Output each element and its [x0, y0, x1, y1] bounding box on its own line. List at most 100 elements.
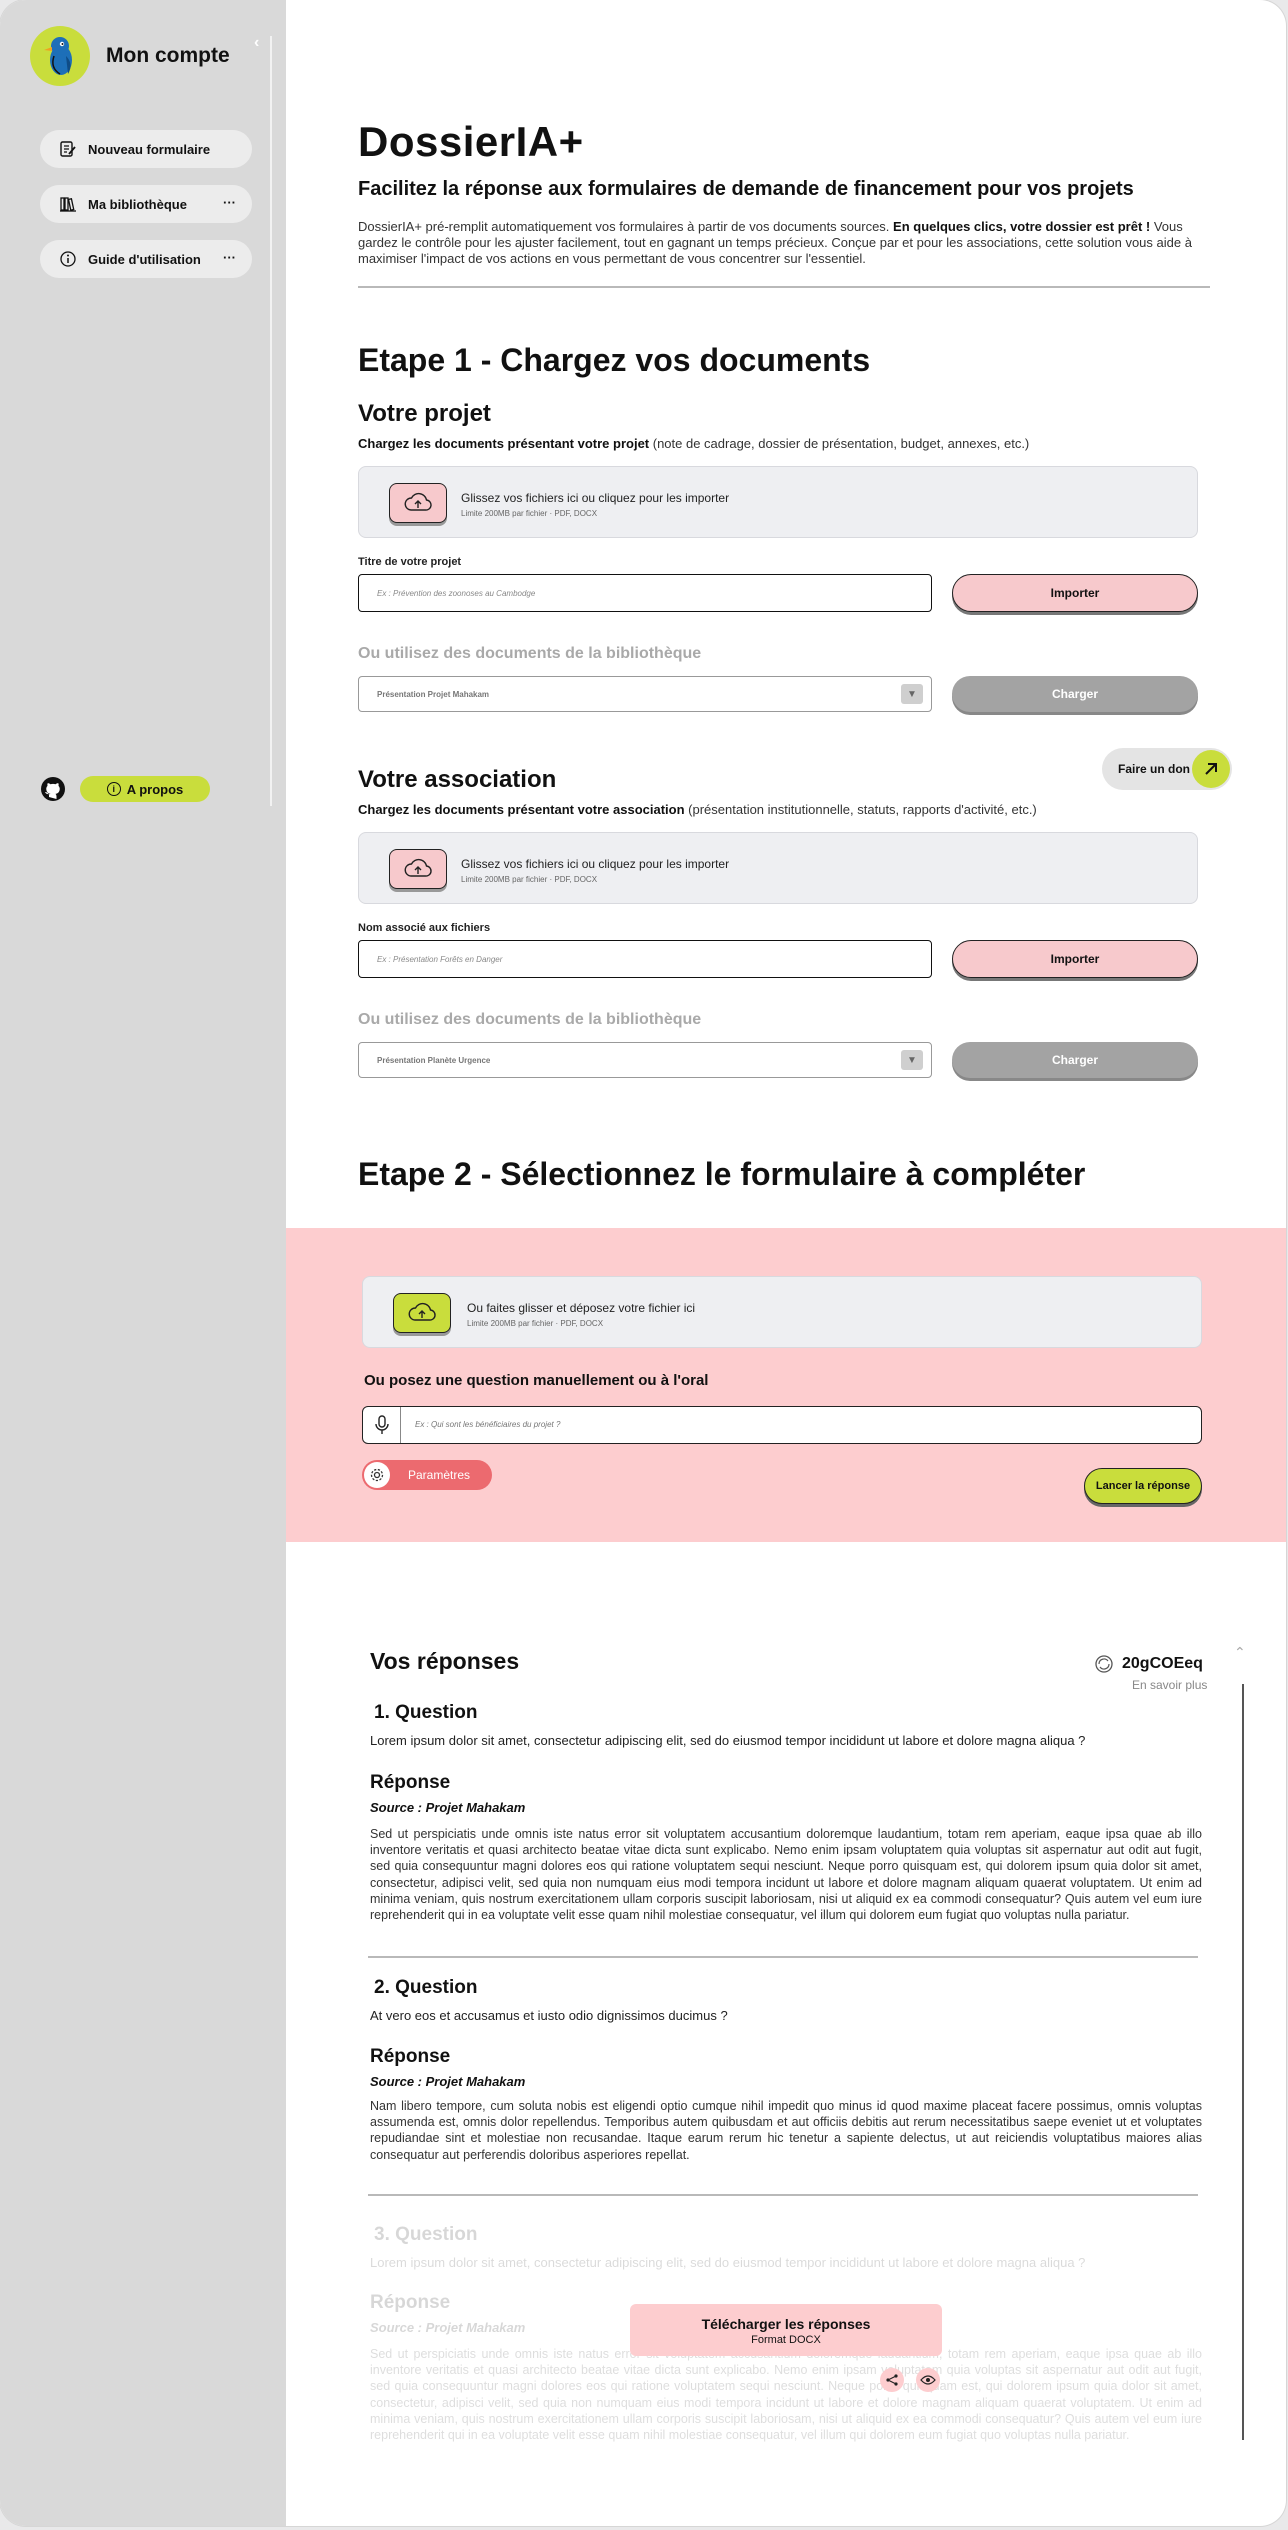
association-desc-rest: (présentation institutionnelle, statuts,…: [684, 802, 1037, 817]
donate-label: Faire un don: [1118, 762, 1190, 776]
upload-button[interactable]: [393, 1293, 451, 1333]
microphone-icon[interactable]: [363, 1407, 401, 1443]
app-window: ‹ Mon compte Nouveau formulaire Ma bibli…: [0, 0, 1286, 2526]
sidebar-item-new-form[interactable]: Nouveau formulaire: [40, 130, 252, 168]
divider: [368, 2194, 1198, 2196]
association-section-desc: Chargez les documents présentant votre a…: [358, 802, 1037, 817]
select-value: Présentation Planète Urgence: [377, 1055, 491, 1065]
upload-button[interactable]: [389, 483, 447, 523]
dropzone-text: Glissez vos fichiers ici ou cliquez pour…: [461, 857, 730, 871]
association-library-title: Ou utilisez des documents de la biblioth…: [358, 1011, 702, 1028]
sidebar-divider: [270, 36, 272, 806]
form-dropzone[interactable]: Ou faites glisser et déposez votre fichi…: [362, 1276, 1202, 1348]
launch-answer-button[interactable]: Lancer la réponse: [1084, 1468, 1202, 1504]
token-icon: [1095, 1655, 1113, 1673]
sidebar-item-label: Guide d'utilisation: [88, 251, 201, 267]
import-project-button[interactable]: Importer: [952, 574, 1198, 612]
project-library-title: Ou utilisez des documents de la biblioth…: [358, 645, 702, 662]
question-input[interactable]: Ex : Qui sont les bénéficiaires du proje…: [362, 1406, 1202, 1444]
project-desc-rest: (note de cadrage, dossier de présentatio…: [649, 436, 1030, 451]
sidebar: ‹ Mon compte Nouveau formulaire Ma bibli…: [0, 0, 286, 2526]
question-number: 2. Question: [374, 1977, 478, 1998]
answer-source: Source : Projet Mahakam: [370, 1800, 526, 1815]
github-icon[interactable]: [40, 776, 66, 802]
question-text: Lorem ipsum dolor sit amet, consectetur …: [370, 1733, 1086, 1748]
chevron-down-icon[interactable]: ▼: [901, 1050, 923, 1070]
answer-text: Sed ut perspiciatis unde omnis iste natu…: [370, 2347, 1202, 2443]
answer-source: Source : Projet Mahakam: [370, 2320, 526, 2335]
upload-button[interactable]: [389, 849, 447, 889]
select-value: Présentation Projet Mahakam: [377, 689, 490, 699]
scrollbar[interactable]: [1242, 1684, 1244, 2440]
chevron-down-icon[interactable]: ▼: [901, 684, 923, 704]
step1-title: Etape 1 - Chargez vos documents: [358, 342, 871, 378]
association-dropzone[interactable]: Glissez vos fichiers ici ou cliquez pour…: [358, 832, 1198, 904]
answer-text[interactable]: Sed ut perspiciatis unde omnis iste natu…: [370, 1826, 1202, 1923]
answer-title: Réponse: [370, 2046, 451, 2067]
more-options-icon[interactable]: ···: [223, 250, 236, 265]
collapse-sidebar-icon[interactable]: ‹: [254, 34, 259, 52]
cloud-upload-icon: [408, 1302, 436, 1321]
info-icon: i: [106, 782, 121, 796]
library-icon: [58, 194, 78, 214]
account-name: Mon compte: [106, 44, 230, 67]
dropzone-text: Glissez vos fichiers ici ou cliquez pour…: [461, 491, 730, 505]
about-label: A propos: [126, 781, 184, 797]
association-name-label: Nom associé aux fichiers: [358, 922, 491, 934]
eye-icon[interactable]: [916, 2368, 940, 2392]
about-button[interactable]: i A propos: [80, 776, 210, 802]
question-number: 3. Question: [374, 2224, 478, 2245]
project-title-input[interactable]: Ex : Prévention des zoonoses au Cambodge: [358, 574, 932, 612]
sidebar-item-guide[interactable]: Guide d'utilisation ···: [40, 240, 252, 278]
load-association-button[interactable]: Charger: [952, 1042, 1198, 1078]
avatar: [30, 26, 90, 86]
association-desc-bold: Chargez les documents présentant votre a…: [358, 802, 685, 817]
question-text: Lorem ipsum dolor sit amet, consectetur …: [370, 2255, 1086, 2270]
arrow-up-right-icon: [1192, 750, 1230, 788]
more-options-icon[interactable]: ···: [223, 195, 236, 210]
description-highlight: En quelques clics, votre dossier est prê…: [893, 219, 1151, 234]
account-header[interactable]: Mon compte: [30, 26, 230, 86]
page-subtitle: Facilitez la réponse aux formulaires de …: [358, 178, 1134, 200]
project-dropzone[interactable]: Glissez vos fichiers ici ou cliquez pour…: [358, 466, 1198, 538]
input-placeholder: Ex : Prévention des zoonoses au Cambodge: [377, 588, 536, 598]
learn-more-link[interactable]: En savoir plus: [1132, 1678, 1207, 1692]
download-format: Format DOCX: [751, 2334, 821, 2346]
manual-question-title: Ou posez une question manuellement ou à …: [364, 1372, 709, 1389]
chevron-up-icon[interactable]: ⌃: [1234, 1644, 1246, 1661]
project-section-title: Votre projet: [358, 400, 491, 427]
answer-source: Source : Projet Mahakam: [370, 2074, 526, 2089]
divider: [358, 286, 1210, 288]
answer-text[interactable]: Nam libero tempore, cum soluta nobis est…: [370, 2098, 1202, 2163]
token-badge: 20gCOEeq: [1094, 1654, 1203, 1674]
project-section-desc: Chargez les documents présentant votre p…: [358, 436, 1029, 451]
sidebar-item-label: Ma bibliothèque: [88, 196, 187, 212]
cloud-upload-icon: [404, 492, 432, 511]
guide-icon: [58, 249, 78, 269]
donate-button[interactable]: Faire un don: [1102, 748, 1232, 790]
edit-form-icon: [58, 139, 78, 159]
dropzone-text: Ou faites glisser et déposez votre fichi…: [467, 1301, 696, 1315]
download-title: Télécharger les réponses: [701, 2316, 871, 2332]
project-library-select[interactable]: Présentation Projet Mahakam ▼: [358, 676, 932, 712]
import-association-button[interactable]: Importer: [952, 940, 1198, 978]
association-section-title: Votre association: [358, 766, 557, 793]
token-value: 20gCOEeq: [1122, 1655, 1203, 1672]
association-name-input[interactable]: Ex : Présentation Forêts en Danger: [358, 940, 932, 978]
input-placeholder: Ex : Qui sont les bénéficiaires du proje…: [415, 1420, 561, 1429]
association-library-select[interactable]: Présentation Planète Urgence ▼: [358, 1042, 932, 1078]
page-title: DossierIA+: [358, 118, 584, 165]
dropzone-limit: Limite 200MB par fichier · PDF, DOCX: [467, 1319, 604, 1328]
sidebar-item-library[interactable]: Ma bibliothèque ···: [40, 185, 252, 223]
load-project-button[interactable]: Charger: [952, 676, 1198, 712]
settings-button[interactable]: Paramètres: [362, 1460, 492, 1490]
download-answers-button[interactable]: Télécharger les réponses Format DOCX: [630, 2304, 942, 2356]
share-icon[interactable]: [880, 2368, 904, 2392]
sidebar-item-label: Nouveau formulaire: [88, 141, 211, 157]
project-desc-bold: Chargez les documents présentant votre p…: [358, 436, 650, 451]
project-title-label: Titre de votre projet: [358, 556, 462, 568]
dropzone-limit: Limite 200MB par fichier · PDF, DOCX: [461, 509, 598, 518]
settings-label: Paramètres: [408, 1468, 471, 1482]
step2-title: Etape 2 - Sélectionnez le formulaire à c…: [358, 1156, 1086, 1192]
answer-title: Réponse: [370, 1772, 451, 1793]
